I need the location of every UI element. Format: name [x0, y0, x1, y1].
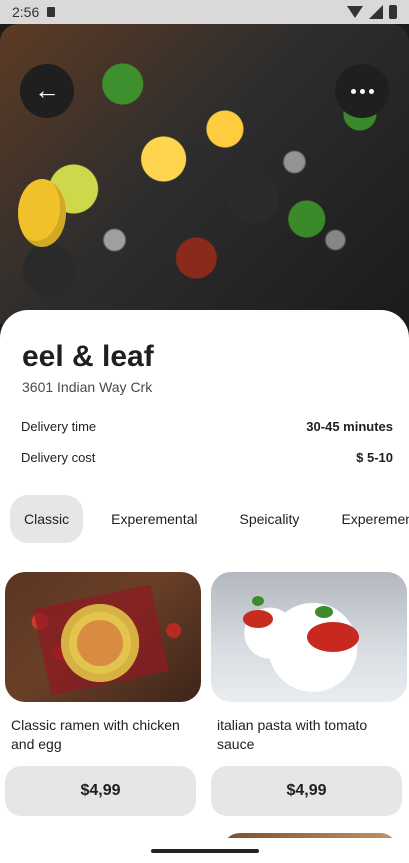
delivery-cost-row: Delivery cost $ 5-10	[21, 450, 393, 465]
dish-name: Classic ramen with chicken and egg	[11, 717, 180, 752]
price-button[interactable]: $4,99	[211, 766, 402, 816]
status-right	[347, 5, 397, 19]
dish-card[interactable]: Classic ramen with chicken and egg $4,99	[5, 572, 201, 816]
back-button[interactable]: ←	[20, 64, 74, 118]
tab-experemental-2[interactable]: Experemental	[327, 495, 409, 543]
details-sheet: eel & leaf 3601 Indian Way Crk Delivery …	[0, 310, 409, 838]
dish-image	[5, 572, 201, 702]
tab-classic[interactable]: Classic	[10, 495, 84, 543]
delivery-time-value: 30-45 minutes	[306, 419, 393, 434]
delivery-time-row: Delivery time 30-45 minutes	[21, 419, 393, 434]
more-horizontal-icon	[350, 88, 374, 94]
arrow-left-icon: ←	[34, 75, 60, 105]
lemon-slice	[18, 179, 66, 247]
sim-icon	[47, 7, 56, 17]
category-tabs: Classic Experemental Speicality Expereme…	[10, 495, 409, 543]
dish-image	[211, 572, 407, 702]
dot	[350, 88, 356, 94]
basil-leaf	[252, 596, 264, 606]
price-button[interactable]: $4,99	[5, 766, 196, 816]
dot	[359, 88, 365, 94]
restaurant-name: eel & leaf	[22, 340, 154, 373]
signal-icon	[369, 5, 383, 19]
delivery-time-label: Delivery time	[21, 419, 97, 434]
dish-name: italian pasta with tomato sauce	[217, 717, 368, 752]
basil-leaf	[315, 606, 333, 618]
more-options-button[interactable]	[335, 64, 389, 118]
navigation-bar	[0, 838, 409, 863]
battery-icon	[389, 5, 397, 19]
dish-list: Classic ramen with chicken and egg $4,99…	[0, 572, 409, 838]
sauce	[243, 610, 273, 628]
status-left: 2:56	[12, 4, 56, 20]
delivery-cost-label: Delivery cost	[21, 450, 96, 465]
dot	[368, 88, 374, 94]
gesture-bar[interactable]	[150, 848, 259, 853]
tab-speicality[interactable]: Speicality	[226, 495, 314, 543]
pasta	[77, 620, 123, 666]
status-bar: 2:56	[0, 0, 409, 24]
delivery-cost-value: $ 5-10	[356, 450, 393, 465]
dish-card[interactable]: italian pasta with tomato sauce $4,99	[211, 572, 407, 816]
wifi-icon	[347, 6, 363, 18]
tab-experemental[interactable]: Experemental	[97, 495, 211, 543]
sauce	[307, 622, 359, 652]
status-time: 2:56	[12, 4, 40, 20]
restaurant-address: 3601 Indian Way Crk	[22, 379, 153, 395]
hero-image: ←	[0, 24, 409, 324]
